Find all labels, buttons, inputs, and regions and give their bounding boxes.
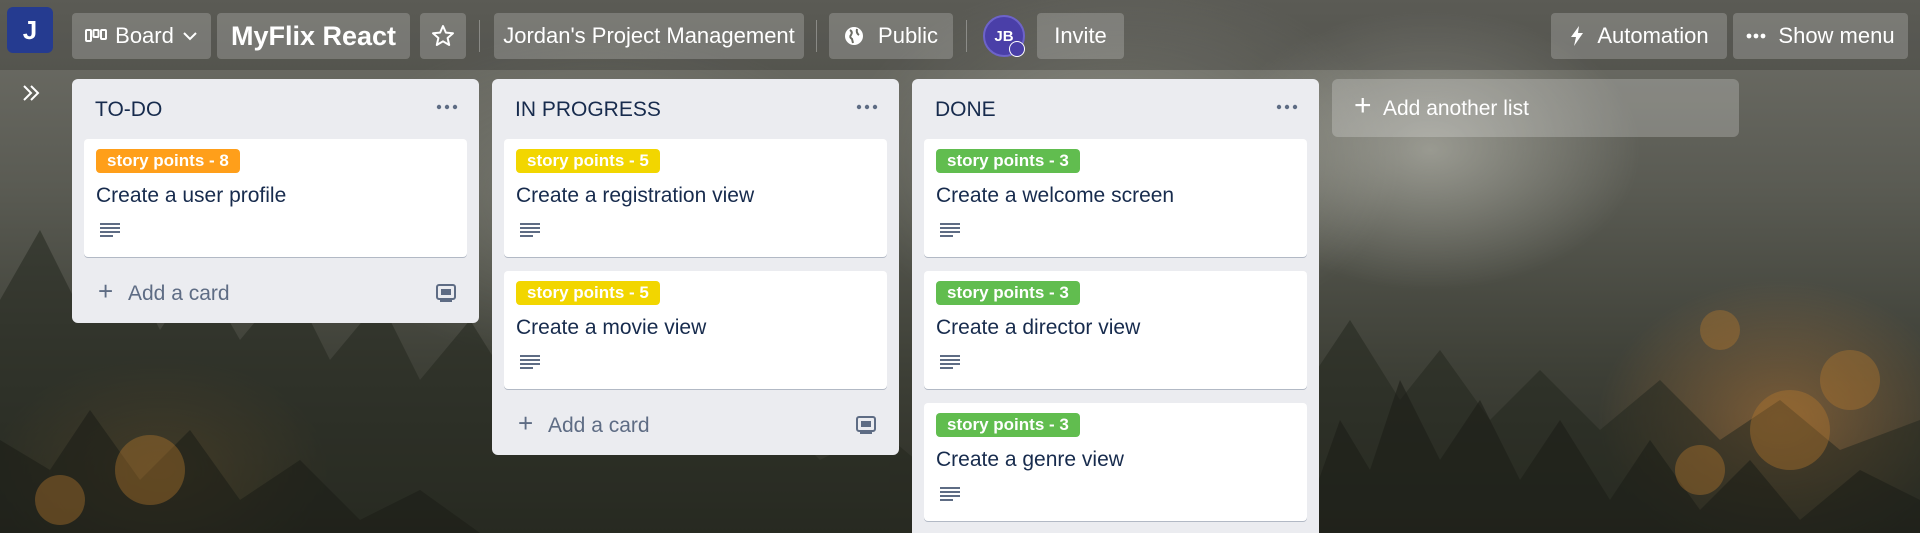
card[interactable]: story points - 8 Create a user profile — [84, 139, 467, 257]
card-list: story points - 5 Create a registration v… — [492, 139, 899, 389]
member-initials: JB — [994, 27, 1014, 45]
divider — [479, 20, 480, 52]
list-header: IN PROGRESS — [492, 79, 899, 139]
add-card-label: Add a card — [548, 414, 650, 437]
admin-badge-icon — [1009, 41, 1025, 57]
card-label[interactable]: story points - 3 — [936, 413, 1080, 437]
automation-button[interactable]: Automation — [1551, 13, 1727, 59]
expand-sidebar-button[interactable] — [18, 83, 44, 109]
description-icon — [940, 355, 960, 369]
list-header: TO-DO — [72, 79, 479, 139]
automation-label: Automation — [1597, 23, 1709, 48]
more-icon — [1276, 104, 1298, 110]
list-actions-button[interactable] — [849, 95, 885, 121]
plus-icon: + — [98, 276, 114, 306]
more-icon — [856, 104, 878, 110]
visibility-button[interactable]: Public — [829, 13, 953, 59]
lightning-icon — [1571, 26, 1584, 46]
add-card-button[interactable]: + Add a card — [72, 265, 479, 323]
star-board-button[interactable] — [420, 13, 466, 59]
card[interactable]: story points - 3 Create a welcome screen — [924, 139, 1307, 257]
card-title: Create a welcome screen — [936, 184, 1175, 207]
card[interactable]: story points - 5 Create a registration v… — [504, 139, 887, 257]
board-icon — [85, 29, 108, 42]
card-label[interactable]: story points - 3 — [936, 281, 1080, 305]
card-label[interactable]: story points - 5 — [516, 149, 660, 173]
description-icon — [940, 487, 960, 501]
create-from-template-icon[interactable] — [855, 415, 877, 435]
list-title[interactable]: IN PROGRESS — [515, 98, 661, 122]
double-chevron-right-icon — [23, 85, 40, 101]
board-title[interactable]: MyFlix React — [217, 13, 410, 59]
more-icon — [436, 104, 458, 110]
card-label[interactable]: story points - 3 — [936, 149, 1080, 173]
show-menu-label: Show menu — [1778, 23, 1895, 48]
board-view-switcher[interactable]: Board — [72, 13, 211, 59]
workspace-button[interactable]: Jordan's Project Management — [494, 13, 804, 59]
description-icon — [100, 223, 120, 237]
list-in-progress: IN PROGRESS story points - 5 Create a re… — [492, 79, 899, 455]
card-title: Create a movie view — [516, 316, 707, 339]
star-icon — [432, 25, 454, 46]
card-label[interactable]: story points - 5 — [516, 281, 660, 305]
list-title[interactable]: DONE — [935, 98, 996, 122]
invite-button[interactable]: Invite — [1037, 13, 1124, 59]
show-menu-button[interactable]: Show menu — [1733, 13, 1908, 59]
member-avatar[interactable]: JB — [983, 15, 1025, 57]
card-title: Create a genre view — [936, 448, 1124, 471]
description-icon — [520, 355, 540, 369]
divider — [966, 20, 967, 52]
list-actions-button[interactable] — [1269, 95, 1305, 121]
list-header: DONE — [912, 79, 1319, 139]
card-label[interactable]: story points - 8 — [96, 149, 240, 173]
more-icon — [1747, 33, 1766, 39]
plus-icon: + — [1354, 89, 1372, 122]
visibility-label: Public — [878, 23, 938, 48]
list-done: DONE story points - 3 Create a welcome s… — [912, 79, 1319, 533]
card-title: Create a director view — [936, 316, 1141, 339]
description-icon — [940, 223, 960, 237]
add-list-label: Add another list — [1383, 97, 1529, 120]
card[interactable]: story points - 3 Create a genre view — [924, 403, 1307, 521]
board-header: J Board MyFlix React Jordan's Project Ma… — [0, 0, 1920, 70]
list-todo: TO-DO story points - 8 Create a user pro… — [72, 79, 479, 323]
divider — [816, 20, 817, 52]
add-card-label: Add a card — [128, 282, 230, 305]
add-card-button[interactable]: + Add a card — [492, 397, 899, 455]
card-list: story points - 3 Create a welcome screen… — [912, 139, 1319, 521]
create-from-template-icon[interactable] — [435, 283, 457, 303]
globe-icon — [845, 27, 864, 45]
card-title: Create a registration view — [516, 184, 755, 207]
list-title[interactable]: TO-DO — [95, 98, 162, 122]
card-title: Create a user profile — [96, 184, 287, 207]
add-list-button[interactable]: + Add another list — [1332, 79, 1739, 137]
list-actions-button[interactable] — [429, 95, 465, 121]
plus-icon: + — [518, 408, 534, 438]
workspace-logo[interactable]: J — [7, 7, 53, 53]
card-list: story points - 8 Create a user profile — [72, 139, 479, 257]
card[interactable]: story points - 3 Create a director view — [924, 271, 1307, 389]
card[interactable]: story points - 5 Create a movie view — [504, 271, 887, 389]
board-view-label: Board — [115, 23, 174, 48]
chevron-down-icon — [183, 32, 197, 41]
description-icon — [520, 223, 540, 237]
